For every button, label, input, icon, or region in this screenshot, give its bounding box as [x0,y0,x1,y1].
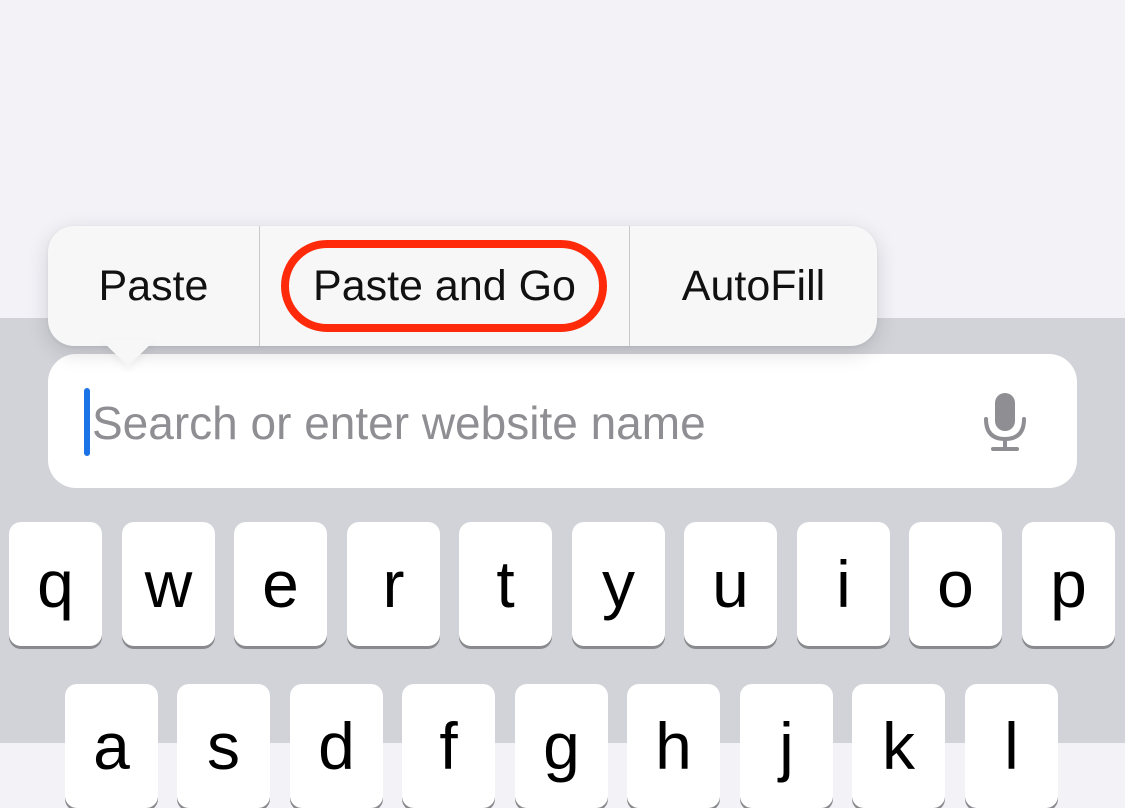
key-w[interactable]: w [122,522,215,646]
text-caret [84,388,90,456]
search-input[interactable]: Search or enter website name [92,391,706,455]
key-d[interactable]: d [290,684,383,808]
key-q[interactable]: q [9,522,102,646]
menu-item-paste[interactable]: Paste [48,226,259,346]
key-k[interactable]: k [852,684,945,808]
key-s[interactable]: s [177,684,270,808]
key-i[interactable]: i [797,522,890,646]
menu-item-autofill[interactable]: AutoFill [630,226,877,346]
key-a[interactable]: a [65,684,158,808]
key-o[interactable]: o [909,522,1002,646]
key-u[interactable]: u [684,522,777,646]
key-t[interactable]: t [459,522,552,646]
key-l[interactable]: l [965,684,1058,808]
microphone-icon[interactable] [972,388,1038,454]
key-y[interactable]: y [572,522,665,646]
key-h[interactable]: h [627,684,720,808]
key-f[interactable]: f [402,684,495,808]
highlight-annotation [281,240,607,332]
key-p[interactable]: p [1022,522,1115,646]
key-g[interactable]: g [515,684,608,808]
key-r[interactable]: r [347,522,440,646]
key-e[interactable]: e [234,522,327,646]
key-j[interactable]: j [740,684,833,808]
